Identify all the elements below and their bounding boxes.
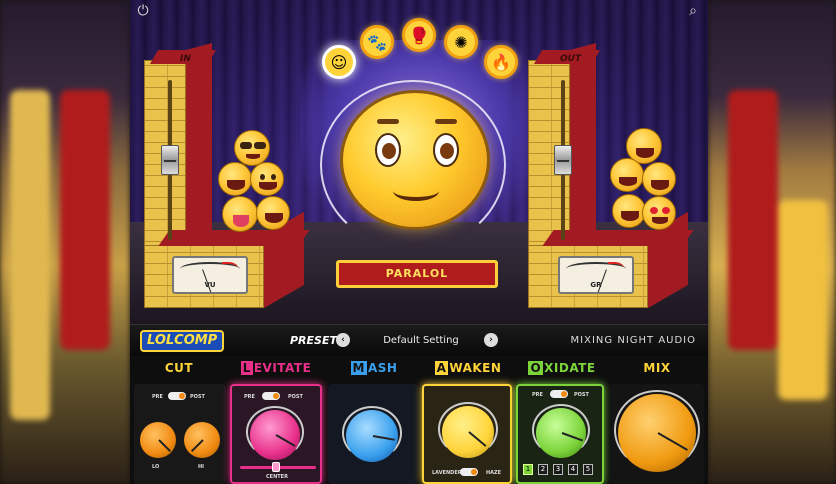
output-gain-fader[interactable] bbox=[554, 145, 572, 175]
cut-lo-knob[interactable] bbox=[140, 422, 176, 458]
mix-panel bbox=[610, 384, 704, 484]
main-emoji-face bbox=[340, 90, 490, 230]
awaken-panel: LAVENDER HAZE bbox=[422, 384, 512, 484]
oxidate-mode-5-button[interactable]: 5 bbox=[583, 464, 593, 475]
laughing-emoji-out bbox=[642, 162, 676, 196]
levitate-knob[interactable] bbox=[250, 410, 300, 460]
center-label: CENTER bbox=[266, 474, 288, 480]
center-slider-thumb[interactable] bbox=[272, 462, 280, 472]
gr-label: GR bbox=[590, 281, 602, 289]
vu-label: VU bbox=[204, 281, 216, 289]
squint-emoji-out bbox=[612, 194, 646, 228]
peacock-icon: ✺ bbox=[454, 32, 468, 52]
preset-next-button[interactable]: › bbox=[484, 333, 498, 347]
input-label: IN bbox=[180, 54, 191, 64]
mash-title: M ASH bbox=[350, 361, 398, 375]
peacock-mode-button[interactable]: ✺ bbox=[444, 25, 478, 59]
fire-mode-button[interactable]: 🔥 bbox=[484, 45, 518, 79]
preset-prev-button[interactable]: ‹ bbox=[336, 333, 350, 347]
levitate-panel: PRE POST CENTER bbox=[230, 384, 322, 484]
lolcomp-logo: LOLCOMP bbox=[140, 330, 225, 352]
oxidate-mode-4-button[interactable]: 4 bbox=[568, 464, 578, 475]
mix-knob[interactable] bbox=[618, 394, 696, 472]
grinning-emoji-out bbox=[610, 158, 644, 192]
mix-title: MIX bbox=[643, 361, 671, 375]
tongue-emoji bbox=[222, 196, 258, 232]
background-right bbox=[708, 0, 836, 484]
squint-laugh-emoji bbox=[256, 196, 290, 230]
oxidate-knob[interactable] bbox=[536, 408, 586, 458]
paw-mode-button[interactable]: 🐾 bbox=[360, 25, 394, 59]
background-left bbox=[0, 0, 130, 484]
oxidate-mode-3-button[interactable]: 3 bbox=[553, 464, 563, 475]
awaken-knob[interactable] bbox=[442, 406, 494, 458]
cut-pre-label: PRE bbox=[152, 394, 163, 400]
mash-knob[interactable] bbox=[346, 410, 398, 462]
oxidate-post-label: POST bbox=[574, 392, 589, 398]
power-icon[interactable]: ⏻ bbox=[134, 2, 152, 20]
cut-lo-label: LO bbox=[152, 464, 160, 470]
oxidate-pre-post-toggle[interactable] bbox=[550, 390, 568, 398]
lavender-haze-toggle[interactable] bbox=[460, 468, 478, 476]
oxidate-pre-label: PRE bbox=[532, 392, 543, 398]
plugin-window: ⏻ ⌕ IN VU ☺ 🐾 🥊 ✺ 🔥 PARALOL OUT GR LOLCO… bbox=[130, 0, 708, 484]
input-gain-fader[interactable] bbox=[161, 145, 179, 175]
levitate-title: L EVITATE bbox=[240, 361, 312, 375]
cut-title: CUT bbox=[164, 361, 194, 375]
smiley-mode-button[interactable]: ☺ bbox=[322, 45, 356, 79]
grinning-emoji bbox=[250, 162, 284, 196]
oxidate-mode-2-button[interactable]: 2 bbox=[538, 464, 548, 475]
brand-logo: MIXING NIGHT AUDIO bbox=[570, 335, 696, 346]
lavender-label: LAVENDER bbox=[432, 470, 462, 476]
oxidate-title: O XIDATE bbox=[528, 361, 596, 375]
oxidate-mode-1-button[interactable]: 1 bbox=[523, 464, 533, 475]
stage-area: ⏻ ⌕ IN VU ☺ 🐾 🥊 ✺ 🔥 PARALOL OUT GR bbox=[130, 0, 708, 324]
levitate-post-label: POST bbox=[288, 394, 303, 400]
fire-icon: 🔥 bbox=[491, 52, 511, 72]
sunglasses-emoji bbox=[234, 130, 270, 166]
levitate-pre-label: PRE bbox=[244, 394, 255, 400]
output-label: OUT bbox=[560, 54, 582, 64]
haze-label: HAZE bbox=[486, 470, 502, 476]
cut-pre-post-toggle[interactable] bbox=[168, 392, 186, 400]
boxing-glove-mode-button[interactable]: 🥊 bbox=[402, 18, 436, 52]
laughing-emoji bbox=[218, 162, 252, 196]
search-icon[interactable]: ⌕ bbox=[684, 2, 702, 20]
cut-hi-knob[interactable] bbox=[184, 422, 220, 458]
gain-reduction-meter: GR bbox=[558, 256, 634, 294]
cut-panel: PRE POST LO HI bbox=[134, 384, 226, 484]
boxing-glove-icon: 🥊 bbox=[409, 25, 429, 45]
mash-panel bbox=[328, 384, 418, 484]
preset-selector[interactable]: Default Setting bbox=[356, 335, 486, 346]
preset-label: PRESET: bbox=[290, 334, 341, 347]
awaken-title: A WAKEN bbox=[434, 361, 502, 375]
cut-hi-label: HI bbox=[198, 464, 205, 470]
mode-name-display[interactable]: PARALOL bbox=[336, 260, 498, 288]
paw-icon: 🐾 bbox=[367, 32, 387, 52]
cut-post-label: POST bbox=[190, 394, 205, 400]
input-vu-meter: VU bbox=[172, 256, 248, 294]
modules-section: CUT PRE POST LO HI L EVITATE PRE POST CE… bbox=[130, 356, 708, 484]
preset-bar: LOLCOMP PRESET: ‹ Default Setting › MIXI… bbox=[130, 324, 708, 356]
heart-eyes-emoji bbox=[642, 196, 676, 230]
smiley-icon: ☺ bbox=[330, 52, 348, 72]
levitate-pre-post-toggle[interactable] bbox=[262, 392, 280, 400]
